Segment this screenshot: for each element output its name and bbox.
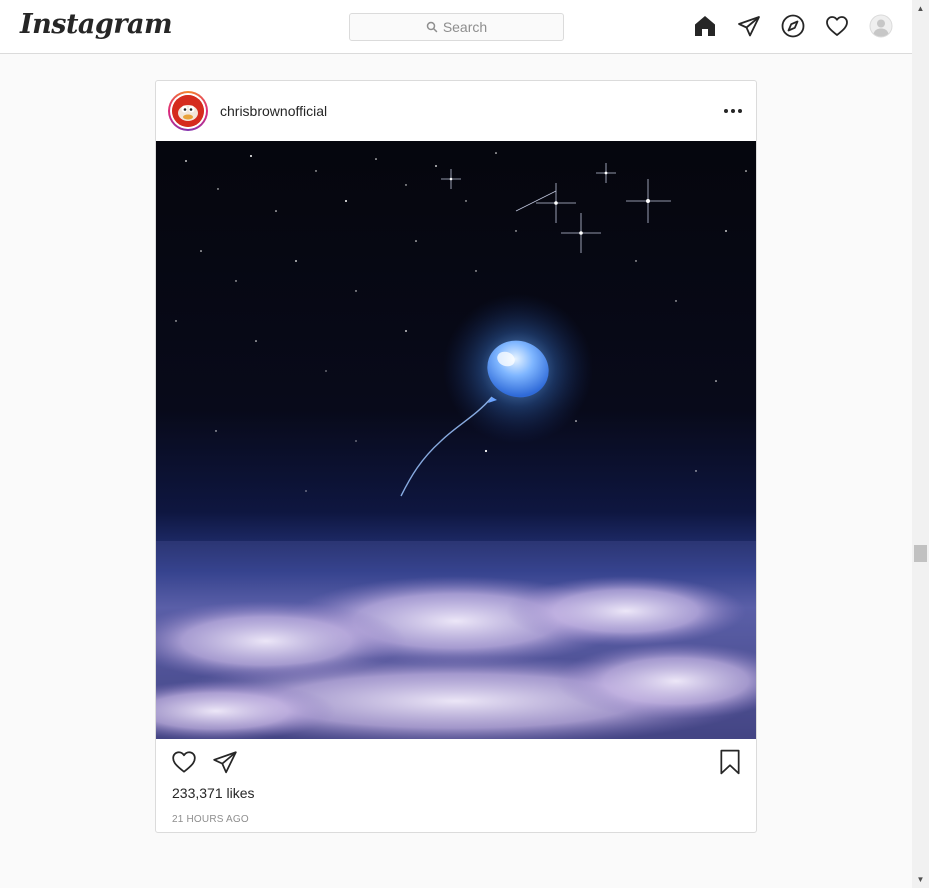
- avatar[interactable]: [168, 91, 208, 131]
- profile-icon[interactable]: [869, 14, 893, 38]
- likes-count[interactable]: 233,371 likes: [172, 785, 255, 801]
- explore-icon[interactable]: [781, 14, 805, 38]
- post-header: chrisbrownofficial: [156, 81, 756, 141]
- search-input[interactable]: Search: [349, 13, 564, 41]
- instagram-logo[interactable]: Instagram: [20, 9, 173, 40]
- direct-icon[interactable]: [737, 14, 761, 38]
- post-image[interactable]: [156, 141, 756, 739]
- share-icon[interactable]: [212, 749, 238, 775]
- avatar-ring-inner: [170, 93, 206, 129]
- post-timestamp[interactable]: 21 HOURS AGO: [172, 814, 249, 825]
- post-actions: [156, 739, 756, 785]
- feed-post: chrisbrownofficial 233,371 likes 21 HOUR…: [155, 80, 757, 833]
- post-username[interactable]: chrisbrownofficial: [220, 103, 327, 119]
- scrollbar-thumb[interactable]: [914, 545, 927, 562]
- dot: [738, 109, 742, 113]
- save-bookmark-icon[interactable]: [717, 749, 743, 775]
- dot: [731, 109, 735, 113]
- like-icon[interactable]: [171, 749, 197, 775]
- search-icon: [426, 21, 438, 33]
- scroll-down-icon[interactable]: ▼: [912, 871, 929, 888]
- page-scrollbar[interactable]: ▲ ▼: [912, 0, 929, 888]
- more-options-icon[interactable]: [721, 99, 745, 123]
- scroll-up-icon[interactable]: ▲: [912, 0, 929, 17]
- activity-icon[interactable]: [825, 14, 849, 38]
- top-nav-bar: Instagram Search: [0, 0, 912, 54]
- search-placeholder: Search: [442, 19, 488, 35]
- dot: [724, 109, 728, 113]
- avatar-image: [172, 95, 204, 127]
- home-icon[interactable]: [693, 14, 717, 38]
